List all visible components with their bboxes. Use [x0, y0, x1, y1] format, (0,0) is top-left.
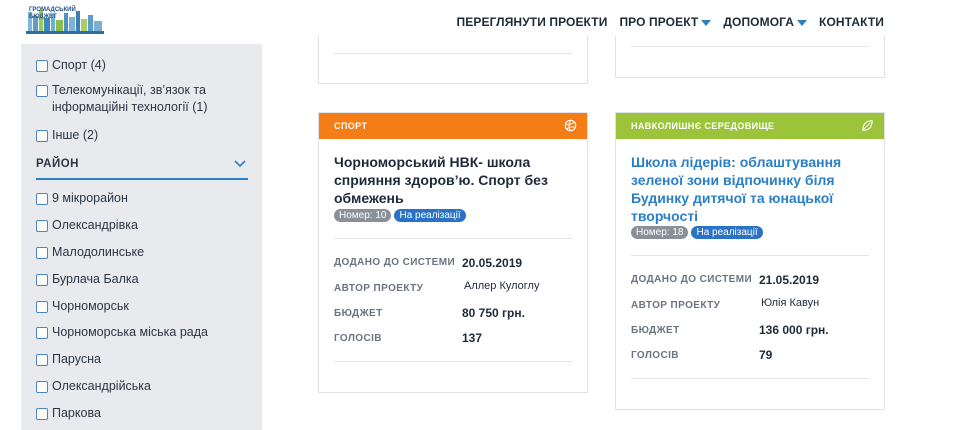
project-card-previous	[318, 36, 588, 84]
district-section-header[interactable]: РАЙОН	[36, 158, 248, 180]
main-nav: ПЕРЕГЛЯНУТИ ПРОЕКТИ ПРО ПРОЕКТ ДОПОМОГА …	[457, 15, 884, 29]
chevron-down-icon	[234, 160, 246, 168]
divider	[334, 238, 572, 239]
added-date: 20.05.2019	[462, 256, 523, 270]
author-name: Аллер Кулоглу	[464, 280, 540, 292]
filter-district-9-mikroraion[interactable]: 9 мікрорайон	[36, 190, 128, 207]
checkbox[interactable]	[36, 408, 48, 420]
project-card-previous	[615, 36, 885, 78]
filter-district-chornomorsk[interactable]: Чорноморськ	[36, 298, 129, 315]
checkbox[interactable]	[36, 274, 48, 286]
budget-value: 136 000 грн.	[759, 323, 829, 337]
filter-district-malodolynske[interactable]: Малодолинське	[36, 244, 144, 261]
project-card[interactable]: СПОРТ Чорноморський НВК- школа сприяння …	[318, 112, 588, 393]
checkbox[interactable]	[36, 60, 48, 72]
filter-district-burlacha-balka[interactable]: Бурлача Балка	[36, 271, 139, 288]
filter-district-parusna[interactable]: Парусна	[36, 351, 101, 368]
checkbox[interactable]	[36, 354, 48, 366]
logo-text: ГРОМАДСЬКИЙ БЮДЖЕТ	[29, 7, 76, 20]
filter-sidebar: Спорт (4) Телекомунікації, зв’язок та ін…	[21, 44, 262, 430]
divider	[631, 255, 869, 256]
checkbox[interactable]	[36, 327, 48, 339]
votes-label: ГОЛОСІВ	[631, 350, 679, 361]
divider	[631, 46, 869, 47]
filter-district-city-council[interactable]: Чорноморська міська рада	[36, 324, 208, 341]
nav-view-projects[interactable]: ПЕРЕГЛЯНУТИ ПРОЕКТИ	[457, 15, 608, 29]
author-label: АВТОР ПРОЕКТУ	[334, 283, 424, 294]
checkbox[interactable]	[36, 301, 48, 313]
project-number-badge: Номер: 18	[631, 226, 689, 239]
checkbox[interactable]	[36, 85, 48, 97]
votes-value: 137	[462, 331, 483, 345]
filter-district-oleksandrivka[interactable]: Олександрівка	[36, 217, 138, 234]
checkbox[interactable]	[36, 381, 48, 393]
project-badges: Номер: 10 На реалізації	[334, 209, 466, 222]
author-label: АВТОР ПРОЕКТУ	[631, 300, 721, 311]
project-title[interactable]: Чорноморський НВК- школа сприяння здоров…	[334, 153, 569, 207]
checkbox[interactable]	[36, 220, 48, 232]
project-title[interactable]: Школа лідерів: облаштування зеленої зони…	[631, 153, 866, 225]
project-card[interactable]: НАВКОЛИШНЄ СЕРЕДОВИЩЕ Школа лідерів: обл…	[615, 112, 885, 410]
caret-down-icon	[797, 19, 808, 26]
added-label: ДОДАНО ДО СИСТЕМИ	[631, 274, 753, 285]
project-badges: Номер: 18 На реалізації	[631, 226, 763, 239]
caret-down-icon	[701, 19, 712, 26]
filter-district-oleksandriiska[interactable]: Олександрійська	[36, 378, 151, 395]
divider	[631, 378, 869, 379]
budget-label: БЮДЖЕТ	[631, 325, 680, 336]
category-band: НАВКОЛИШНЄ СЕРЕДОВИЩЕ	[616, 113, 884, 139]
nav-about-project[interactable]: ПРО ПРОЕКТ	[619, 15, 712, 29]
author-name: Юлія Кавун	[761, 297, 820, 309]
status-badge: На реалізації	[691, 226, 763, 239]
volleyball-icon	[564, 119, 577, 132]
nav-help[interactable]: ДОПОМОГА	[723, 15, 808, 29]
checkbox[interactable]	[36, 130, 48, 142]
status-badge: На реалізації	[394, 209, 466, 222]
leaf-icon	[862, 120, 873, 131]
checkbox[interactable]	[36, 193, 48, 205]
site-logo[interactable]: ГРОМАДСЬКИЙ БЮДЖЕТ	[26, 4, 104, 34]
filter-category-sport[interactable]: Спорт (4)	[36, 57, 246, 74]
added-date: 21.05.2019	[759, 273, 820, 287]
budget-value: 80 750 грн.	[462, 306, 525, 320]
project-number-badge: Номер: 10	[334, 209, 392, 222]
filter-district-parkova[interactable]: Паркова	[36, 405, 101, 422]
votes-label: ГОЛОСІВ	[334, 333, 382, 344]
divider	[334, 361, 572, 362]
filter-category-telecom[interactable]: Телекомунікації, зв’язок та інформаційні…	[36, 82, 246, 116]
added-label: ДОДАНО ДО СИСТЕМИ	[334, 257, 456, 268]
nav-contacts[interactable]: КОНТАКТИ	[819, 15, 884, 29]
votes-value: 79	[759, 348, 773, 362]
filter-category-other[interactable]: Інше (2)	[36, 127, 246, 144]
budget-label: БЮДЖЕТ	[334, 308, 383, 319]
divider	[334, 53, 572, 54]
category-band: СПОРТ	[319, 113, 587, 139]
checkbox[interactable]	[36, 247, 48, 259]
